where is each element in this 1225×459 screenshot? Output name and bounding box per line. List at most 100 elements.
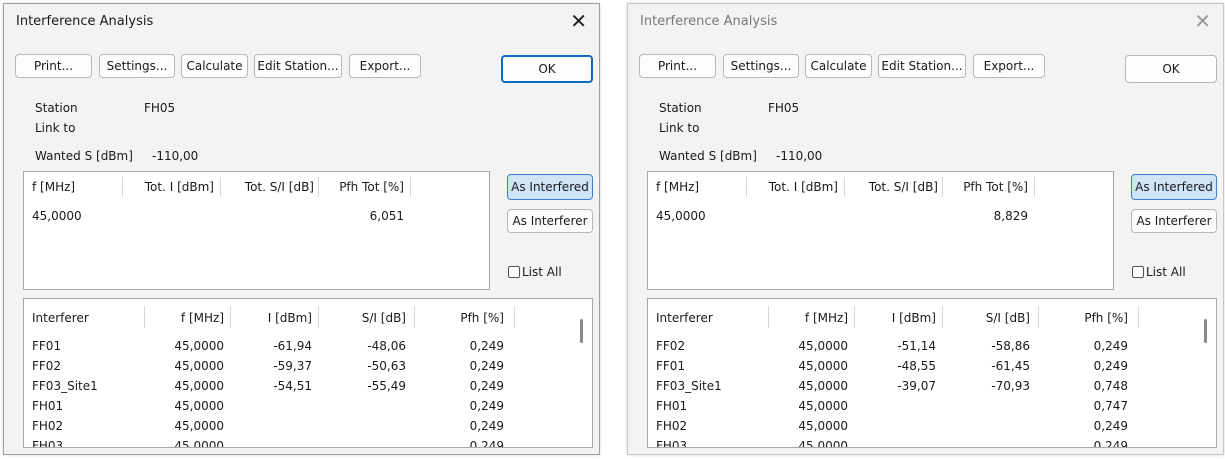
detail-cell-pfh: 0,249 — [469, 399, 504, 413]
summary-header-tot-si[interactable]: Tot. S/I [dB] — [222, 180, 314, 194]
detail-cell-frequency: 45,0000 — [798, 339, 848, 353]
detail-cell-frequency: 45,0000 — [174, 339, 224, 353]
detail-cell-frequency: 45,0000 — [798, 399, 848, 413]
settings-button[interactable]: Settings... — [723, 54, 799, 78]
summary-header-frequency[interactable]: f [MHz] — [656, 180, 699, 194]
interferer-table[interactable]: Interferer f [MHz] I [dBm] S/I [dB] Pfh … — [23, 298, 593, 448]
detail-cell-frequency: 45,0000 — [798, 419, 848, 433]
wanted-s-value: -110,00 — [776, 149, 823, 163]
summary-header-tot-i[interactable]: Tot. I [dBm] — [748, 180, 838, 194]
link-to-label: Link to — [35, 121, 76, 135]
summary-header-frequency[interactable]: f [MHz] — [32, 180, 75, 194]
summary-cell-pfh-tot: 6,051 — [369, 209, 404, 223]
vertical-scrollbar[interactable] — [1204, 319, 1207, 343]
detail-cell-interferer: FH01 — [656, 399, 688, 413]
summary-header-pfh-tot[interactable]: Pfh Tot [%] — [944, 180, 1028, 194]
detail-cell-i: -61,94 — [273, 339, 312, 353]
detail-cell-interferer: FH02 — [656, 419, 688, 433]
detail-cell-si: -50,63 — [367, 359, 406, 373]
close-icon[interactable]: ✕ — [1194, 9, 1211, 33]
detail-cell-pfh: 0,249 — [1093, 439, 1128, 448]
detail-cell-frequency: 45,0000 — [174, 439, 224, 448]
ok-button[interactable]: OK — [501, 55, 593, 83]
detail-cell-pfh: 0,249 — [1093, 419, 1128, 433]
station-label: Station — [35, 101, 78, 115]
export-button[interactable]: Export... — [973, 54, 1045, 78]
detail-cell-pfh: 0,747 — [1093, 399, 1128, 413]
detail-header-pfh[interactable]: Pfh [%] — [416, 311, 504, 325]
station-label: Station — [659, 101, 702, 115]
as-interfered-button[interactable]: As Interfered — [1131, 174, 1217, 200]
detail-cell-frequency: 45,0000 — [798, 359, 848, 373]
vertical-scrollbar[interactable] — [580, 319, 583, 343]
ok-button[interactable]: OK — [1125, 55, 1217, 83]
title-bar[interactable]: Interference Analysis ✕ — [628, 4, 1223, 38]
detail-cell-pfh: 0,249 — [469, 359, 504, 373]
detail-header-interferer[interactable]: Interferer — [656, 311, 713, 325]
detail-cell-interferer: FH02 — [32, 419, 64, 433]
detail-cell-i: -39,07 — [897, 379, 936, 393]
detail-header-si[interactable]: S/I [dB] — [944, 311, 1030, 325]
edit-station-button[interactable]: Edit Station... — [254, 54, 342, 78]
interferer-table[interactable]: Interferer f [MHz] I [dBm] S/I [dB] Pfh … — [647, 298, 1217, 448]
detail-header-pfh[interactable]: Pfh [%] — [1040, 311, 1128, 325]
detail-cell-si: -55,49 — [367, 379, 406, 393]
detail-header-frequency[interactable]: f [MHz] — [770, 311, 848, 325]
station-value: FH05 — [144, 101, 176, 115]
summary-table[interactable]: f [MHz] Tot. I [dBm] Tot. S/I [dB] Pfh T… — [647, 171, 1114, 290]
summary-table[interactable]: f [MHz] Tot. I [dBm] Tot. S/I [dB] Pfh T… — [23, 171, 490, 290]
detail-header-si[interactable]: S/I [dB] — [320, 311, 406, 325]
summary-header-tot-si[interactable]: Tot. S/I [dB] — [846, 180, 938, 194]
as-interferer-button[interactable]: As Interferer — [1131, 209, 1217, 233]
detail-cell-i: -54,51 — [273, 379, 312, 393]
export-button[interactable]: Export... — [349, 54, 421, 78]
detail-cell-interferer: FF03_Site1 — [32, 379, 98, 393]
detail-cell-interferer: FF02 — [656, 339, 686, 353]
detail-cell-pfh: 0,748 — [1093, 379, 1128, 393]
detail-cell-interferer: FF02 — [32, 359, 62, 373]
wanted-s-label: Wanted S [dBm] — [35, 149, 133, 163]
detail-cell-pfh: 0,249 — [469, 379, 504, 393]
title-bar[interactable]: Interference Analysis ✕ — [4, 4, 599, 38]
close-icon[interactable]: ✕ — [570, 9, 587, 33]
detail-header-frequency[interactable]: f [MHz] — [146, 311, 224, 325]
print-button[interactable]: Print... — [15, 54, 92, 78]
detail-header-interferer[interactable]: Interferer — [32, 311, 89, 325]
detail-cell-interferer: FF03_Site1 — [656, 379, 722, 393]
settings-button[interactable]: Settings... — [99, 54, 175, 78]
detail-cell-frequency: 45,0000 — [798, 379, 848, 393]
detail-cell-interferer: FF01 — [32, 339, 62, 353]
detail-cell-interferer: FH03 — [656, 439, 688, 448]
summary-header-pfh-tot[interactable]: Pfh Tot [%] — [320, 180, 404, 194]
detail-cell-interferer: FH01 — [32, 399, 64, 413]
detail-cell-pfh: 0,249 — [1093, 339, 1128, 353]
checkbox-icon[interactable] — [508, 266, 520, 278]
as-interfered-button[interactable]: As Interfered — [507, 174, 593, 200]
as-interferer-button[interactable]: As Interferer — [507, 209, 593, 233]
calculate-button[interactable]: Calculate — [805, 54, 872, 78]
summary-cell-frequency: 45,0000 — [656, 209, 706, 223]
calculate-button[interactable]: Calculate — [181, 54, 248, 78]
detail-cell-interferer: FF01 — [656, 359, 686, 373]
station-value: FH05 — [768, 101, 800, 115]
print-button[interactable]: Print... — [639, 54, 716, 78]
dialog-title: Interference Analysis — [16, 14, 154, 29]
detail-cell-frequency: 45,0000 — [174, 359, 224, 373]
detail-cell-pfh: 0,249 — [469, 419, 504, 433]
list-all-label: List All — [1146, 265, 1186, 279]
list-all-label: List All — [522, 265, 562, 279]
interference-analysis-dialog: Interference Analysis ✕ Print... Setting… — [3, 3, 600, 455]
detail-cell-pfh: 0,249 — [1093, 359, 1128, 373]
detail-cell-si: -61,45 — [991, 359, 1030, 373]
detail-header-i[interactable]: I [dBm] — [232, 311, 312, 325]
edit-station-button[interactable]: Edit Station... — [878, 54, 966, 78]
detail-cell-i: -59,37 — [273, 359, 312, 373]
detail-cell-si: -48,06 — [367, 339, 406, 353]
checkbox-icon[interactable] — [1132, 266, 1144, 278]
link-to-label: Link to — [659, 121, 700, 135]
wanted-s-label: Wanted S [dBm] — [659, 149, 757, 163]
summary-header-tot-i[interactable]: Tot. I [dBm] — [124, 180, 214, 194]
detail-cell-si: -70,93 — [991, 379, 1030, 393]
summary-cell-frequency: 45,0000 — [32, 209, 82, 223]
detail-header-i[interactable]: I [dBm] — [856, 311, 936, 325]
